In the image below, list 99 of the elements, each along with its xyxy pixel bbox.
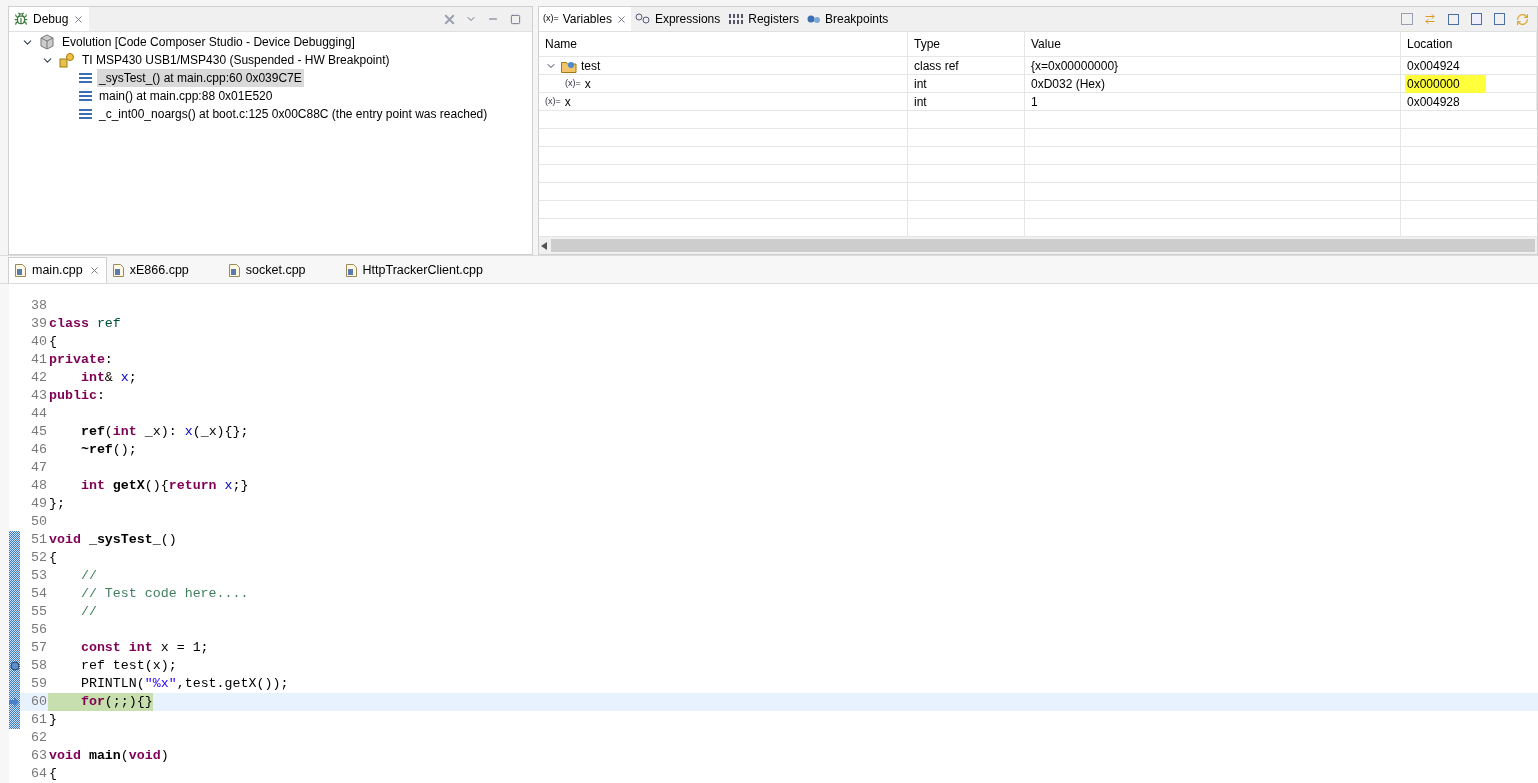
code-line: class ref <box>48 315 121 333</box>
stack-frame-icon <box>79 108 92 120</box>
code-line: { <box>48 549 57 567</box>
code-line: int getX(){return x;} <box>79 477 249 495</box>
table-cell-text: class ref <box>914 58 959 75</box>
c-file-icon <box>228 263 240 277</box>
tree-item[interactable]: TI MSP430 USB1/MSP430 (Suspended - HW Breakpoint) <box>80 51 392 69</box>
table-cell-text: 0x004928 <box>1407 94 1460 111</box>
editor-tab[interactable]: HttpTrackerClient.cpp <box>339 257 517 283</box>
code-line: PRINTLN("%x",test.getX()); <box>79 675 289 693</box>
line-number: 64 <box>30 765 48 783</box>
gear-chip-icon <box>59 52 75 68</box>
bug-icon <box>14 12 28 26</box>
line-number: 57 <box>30 639 48 657</box>
view-tab[interactable]: Expressions <box>630 7 725 31</box>
c-file-icon <box>15 264 26 277</box>
cube-icon <box>39 34 55 50</box>
table-cell-text: int <box>914 94 927 111</box>
code-line: } <box>48 711 57 729</box>
line-number: 40 <box>30 333 48 351</box>
folder-icon <box>561 59 577 73</box>
code-line: int& x; <box>79 369 137 387</box>
debug-tab[interactable]: Debug <box>9 7 90 31</box>
variable-name: x <box>564 94 571 111</box>
code-line: }; <box>48 495 65 513</box>
horizontal-scrollbar[interactable] <box>539 237 1537 255</box>
view-tab[interactable]: Registers <box>724 7 803 31</box>
column-header[interactable]: Location <box>1401 32 1537 56</box>
table-cell-text: {x=0x00000000} <box>1031 58 1119 75</box>
line-number: 50 <box>30 513 48 531</box>
stack-frame-icon <box>79 90 92 102</box>
variable-name: x <box>584 76 591 93</box>
line-number: 48 <box>30 477 48 495</box>
code-line: { <box>48 333 57 351</box>
column-header[interactable]: Name <box>539 32 908 56</box>
c-file-icon <box>112 263 124 277</box>
line-number: 52 <box>30 549 48 567</box>
code-line: // <box>79 567 97 585</box>
code-line: // <box>79 603 97 621</box>
code-line: void main(void) <box>48 747 169 765</box>
table-cell-text: 0xD032 (Hex) <box>1031 76 1106 93</box>
line-number: 39 <box>30 315 48 333</box>
line-number: 62 <box>30 729 48 747</box>
line-number: 59 <box>30 675 48 693</box>
table-cell: 0x000000 <box>1405 75 1486 93</box>
code-line: ~ref(); <box>79 441 137 459</box>
registers-icon <box>728 13 745 25</box>
code-line: // Test code here.... <box>79 585 249 603</box>
line-number: 56 <box>30 621 48 639</box>
column-header[interactable]: Value <box>1025 32 1401 56</box>
c-file-icon <box>345 263 357 277</box>
code-line: const int x = 1; <box>79 639 209 657</box>
line-number: 38 <box>30 297 48 315</box>
code-line: { <box>48 765 57 783</box>
line-number: 53 <box>30 567 48 585</box>
tree-item[interactable]: _c_int00_noargs() at boot.c:125 0x00C88C (the entry point was reached) <box>97 105 490 123</box>
line-number: 51 <box>30 531 48 549</box>
column-header[interactable]: Type <box>908 32 1025 56</box>
variable-name: test <box>581 58 601 75</box>
table-cell-text: 1 <box>1031 94 1038 111</box>
tree-item[interactable]: Evolution [Code Composer Studio - Device Debugging] <box>60 33 357 51</box>
editor-tab[interactable]: main.cpp <box>8 257 107 283</box>
line-number: 54 <box>30 585 48 603</box>
close-icon[interactable] <box>615 13 627 25</box>
code-line: private: <box>48 351 113 369</box>
line-number: 41 <box>30 351 48 369</box>
line-number: 46 <box>30 441 48 459</box>
editor-tab[interactable]: socket.cpp <box>222 257 340 283</box>
line-number: 42 <box>30 369 48 387</box>
editor-tab[interactable]: xE866.cpp <box>106 257 223 283</box>
line-number: 47 <box>30 459 48 477</box>
close-icon[interactable] <box>88 265 100 276</box>
line-number: 60 <box>30 693 48 711</box>
variable-icon: (x)= <box>545 95 561 109</box>
scroll-left-icon[interactable] <box>541 241 547 250</box>
code-line: public: <box>48 387 105 405</box>
stack-frame-icon <box>79 72 92 84</box>
variable-icon: (x)= <box>565 77 581 91</box>
line-number: 45 <box>30 423 48 441</box>
expressions-icon <box>634 13 651 25</box>
view-tab[interactable]: Breakpoints <box>802 7 893 31</box>
tree-item[interactable]: _sysTest_() at main.cpp:60 0x039C7E <box>97 69 304 87</box>
table-cell-text: int <box>914 76 927 93</box>
line-number: 58 <box>30 657 48 675</box>
tree-item[interactable]: main() at main.cpp:88 0x01E520 <box>97 87 275 105</box>
line-number: 63 <box>30 747 48 765</box>
line-number: 44 <box>30 405 48 423</box>
variable-icon: (x)= <box>543 12 559 26</box>
line-number: 49 <box>30 495 48 513</box>
code-line: ref test(x); <box>79 657 177 675</box>
view-tab[interactable]: (x)= Variables <box>539 7 631 31</box>
close-icon[interactable] <box>73 13 85 25</box>
table-cell-text: 0x004924 <box>1407 58 1460 75</box>
code-line: void _sysTest_() <box>48 531 177 549</box>
line-number: 55 <box>30 603 48 621</box>
line-number: 61 <box>30 711 48 729</box>
line-number: 43 <box>30 387 48 405</box>
breakpoints-icon <box>806 14 821 24</box>
code-line: ref(int _x): x(_x){}; <box>79 423 249 441</box>
